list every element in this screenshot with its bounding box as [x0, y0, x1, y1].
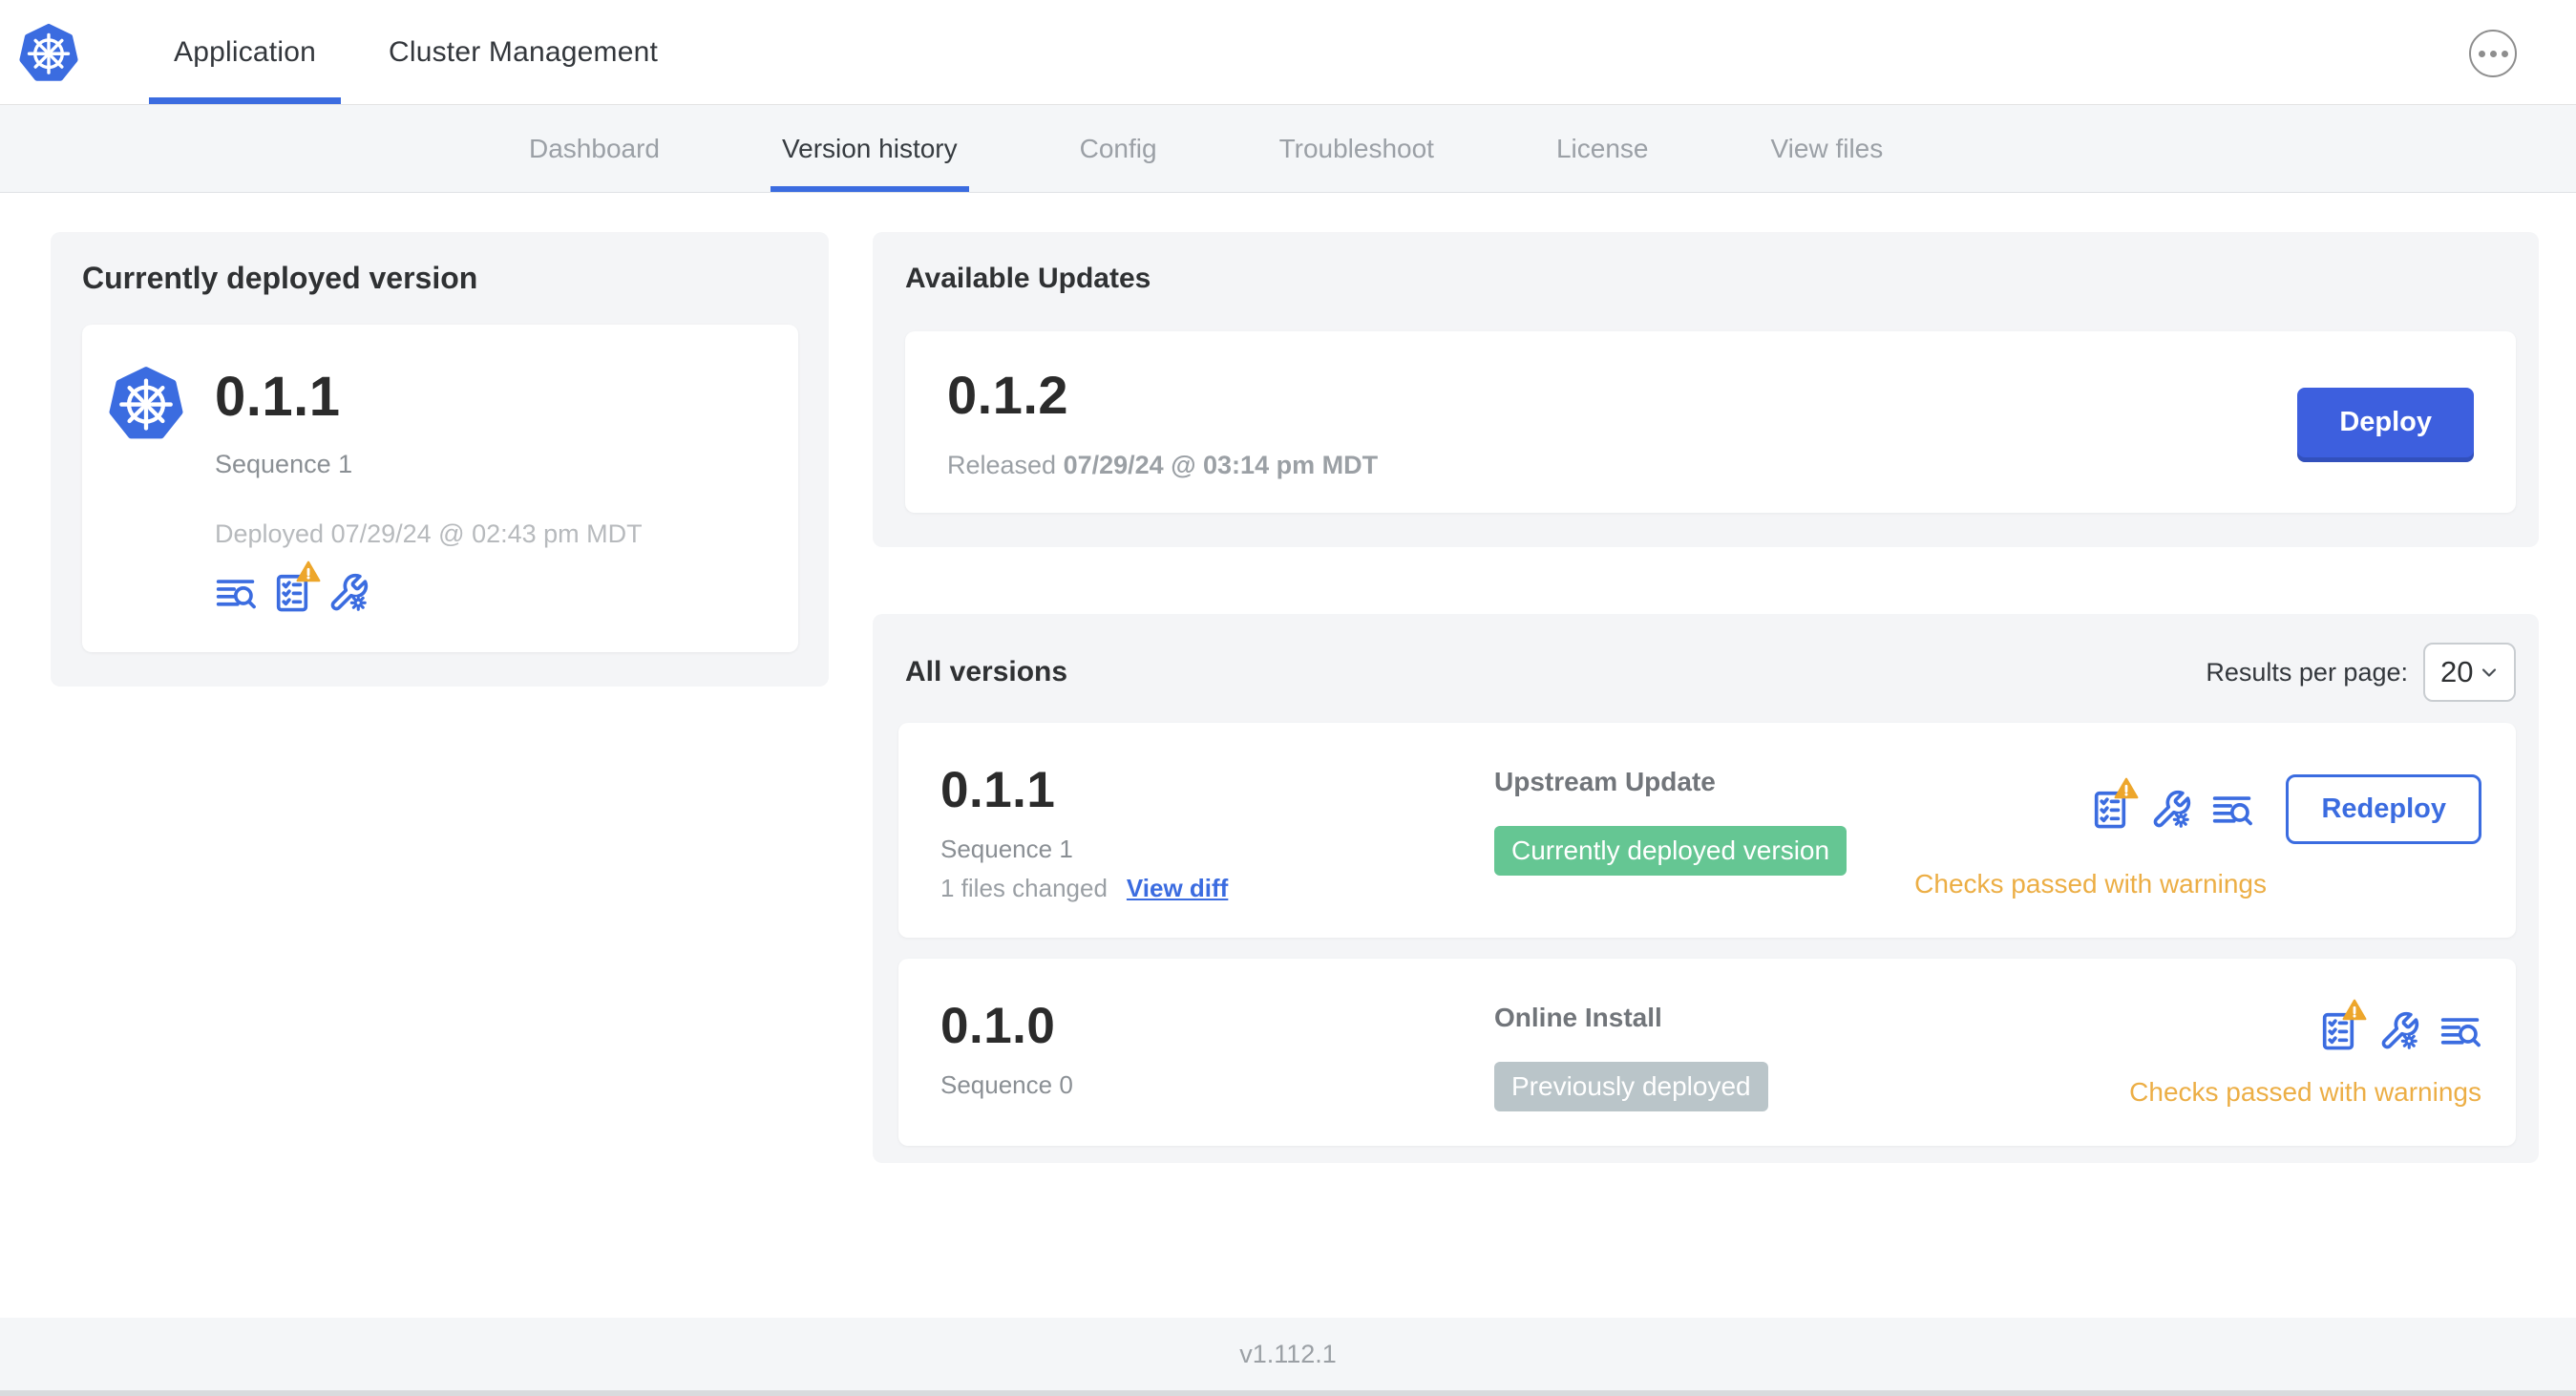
version-sequence: Sequence 0 — [940, 1070, 1073, 1099]
version-actions: Checks passed with warnings — [2129, 997, 2481, 1108]
results-per-page-select[interactable]: 20 — [2423, 643, 2516, 702]
version-info: 0.1.0 Sequence 0 — [940, 997, 1494, 1100]
currently-deployed-title: Currently deployed version — [82, 261, 478, 295]
deploy-button[interactable]: Deploy — [2297, 387, 2474, 457]
view-diff-link[interactable]: View diff — [1127, 874, 1228, 903]
checks-status-text: Checks passed with warnings — [2129, 1077, 2481, 1107]
currently-deployed-panel: Currently deployed version 0.1.1 Sequenc… — [51, 232, 829, 687]
version-actions: Redeploy Checks passed with warnings — [1914, 761, 2481, 899]
tab-view-files[interactable]: View files — [1770, 105, 1883, 192]
top-tab-cluster-management[interactable]: Cluster Management — [352, 0, 694, 104]
source-label: Online Install — [1494, 1003, 1662, 1032]
preflight-checks-icon[interactable] — [2089, 776, 2140, 831]
checks-status-text: Checks passed with warnings — [1914, 869, 2267, 899]
results-per-page: Results per page: 20 — [2206, 643, 2516, 702]
available-update-card: 0.1.2 Released 07/29/24 @ 03:14 pm MDT D… — [905, 331, 2516, 513]
current-version-actions — [215, 561, 643, 614]
all-versions-panel: All versions Results per page: 20 0.1.1 … — [873, 614, 2539, 1163]
diff-log-icon[interactable] — [215, 572, 257, 614]
kubernetes-version-icon — [109, 365, 183, 441]
available-updates-title: Available Updates — [905, 263, 1151, 294]
results-per-page-value: 20 — [2440, 655, 2474, 688]
app-sub-nav: Dashboard Version history Config Trouble… — [0, 105, 2576, 193]
warning-triangle-icon — [2114, 776, 2140, 799]
kubernetes-logo — [19, 22, 78, 83]
all-versions-title: All versions — [905, 656, 1068, 687]
status-badge: Previously deployed — [1494, 1062, 1768, 1111]
all-versions-header: All versions Results per page: 20 — [898, 643, 2516, 702]
warning-triangle-icon — [296, 561, 321, 582]
config-wrench-icon[interactable] — [2378, 1010, 2420, 1052]
update-version-number: 0.1.2 — [947, 365, 1069, 425]
top-nav-tabs: Application Cluster Management — [137, 0, 694, 104]
config-wrench-icon[interactable] — [327, 572, 370, 614]
diff-log-icon[interactable] — [2439, 1010, 2481, 1052]
app-footer: v1.112.1 — [0, 1318, 2576, 1396]
version-number: 0.1.0 — [940, 998, 1056, 1054]
tab-dashboard[interactable]: Dashboard — [529, 105, 660, 192]
tab-license[interactable]: License — [1556, 105, 1649, 192]
console-version: v1.112.1 — [1239, 1339, 1337, 1368]
version-sequence: Sequence 1 — [940, 835, 1073, 863]
available-updates-panel: Available Updates 0.1.2 Released 07/29/2… — [873, 232, 2539, 547]
current-version-deployed-timestamp: Deployed 07/29/24 @ 02:43 pm MDT — [215, 519, 643, 548]
update-released-timestamp: Released 07/29/24 @ 03:14 pm MDT — [947, 451, 1378, 480]
version-number: 0.1.1 — [940, 762, 1056, 818]
chevron-down-icon — [2481, 668, 2497, 677]
version-source: Upstream Update Currently deployed versi… — [1494, 761, 1914, 876]
top-nav-bar: Application Cluster Management — [0, 0, 2576, 105]
redeploy-button[interactable]: Redeploy — [2286, 774, 2481, 844]
released-label: Released — [947, 451, 1057, 479]
preflight-checks-icon[interactable] — [271, 561, 321, 614]
tab-version-history[interactable]: Version history — [771, 105, 969, 192]
version-row-0-1-0: 0.1.0 Sequence 0 Online Install Previous… — [898, 959, 2516, 1146]
files-changed-label: 1 files changed — [940, 874, 1108, 902]
warning-triangle-icon — [2342, 999, 2367, 1021]
ellipsis-icon[interactable] — [2469, 30, 2517, 77]
released-date: 07/29/24 @ 03:14 pm MDT — [1063, 451, 1379, 479]
config-wrench-icon[interactable] — [2150, 789, 2192, 831]
status-badge: Currently deployed version — [1494, 826, 1848, 876]
right-column: Available Updates 0.1.2 Released 07/29/2… — [873, 232, 2539, 1163]
version-source: Online Install Previously deployed — [1494, 997, 2129, 1111]
currently-deployed-card: 0.1.1 Sequence 1 Deployed 07/29/24 @ 02:… — [82, 325, 798, 652]
version-row-0-1-1: 0.1.1 Sequence 1 1 files changed View di… — [898, 723, 2516, 938]
preflight-checks-icon[interactable] — [2317, 999, 2367, 1052]
tab-config[interactable]: Config — [1080, 105, 1157, 192]
results-per-page-label: Results per page: — [2206, 657, 2408, 687]
tab-troubleshoot[interactable]: Troubleshoot — [1279, 105, 1434, 192]
current-version-sequence: Sequence 1 — [215, 450, 353, 478]
top-tab-application[interactable]: Application — [137, 0, 352, 104]
current-version-number: 0.1.1 — [215, 366, 341, 428]
version-info: 0.1.1 Sequence 1 1 files changed View di… — [940, 761, 1494, 903]
diff-log-icon[interactable] — [2211, 789, 2253, 831]
version-history-page: Currently deployed version 0.1.1 Sequenc… — [0, 193, 2576, 1163]
source-label: Upstream Update — [1494, 767, 1716, 796]
